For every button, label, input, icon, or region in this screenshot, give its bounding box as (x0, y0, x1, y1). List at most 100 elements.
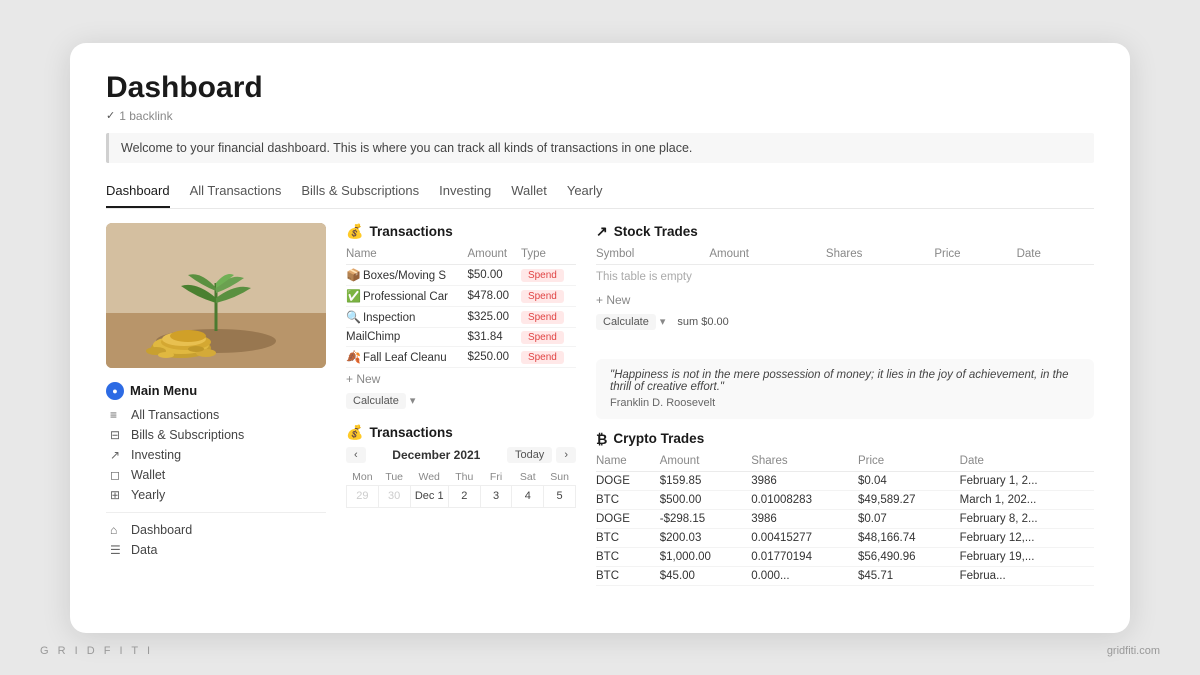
left-column: ● Main Menu ≡ All Transactions ⊟ Bills &… (106, 223, 326, 633)
main-card: Dashboard ✓ 1 backlink Welcome to your f… (70, 43, 1130, 633)
all-transactions-icon: ≡ (110, 408, 124, 422)
stock-icon: ↗ (596, 223, 608, 240)
cal-day[interactable]: 5 (544, 485, 576, 507)
crypto-name: BTC (596, 566, 660, 585)
calendar-section: 💰 Transactions ‹ December 2021 Today › (346, 424, 576, 633)
day-sat: Sat (512, 469, 544, 486)
sidebar-item-bills[interactable]: ⊟ Bills & Subscriptions (106, 426, 326, 444)
data-icon: ☰ (110, 543, 124, 557)
tx-type: Spend (521, 306, 576, 327)
sidebar-item-dashboard[interactable]: ⌂ Dashboard (106, 521, 326, 539)
crypto-date: February 19,... (960, 547, 1094, 566)
tab-yearly[interactable]: Yearly (567, 177, 603, 208)
cal-day[interactable]: 29 (347, 485, 379, 507)
tx-type: Spend (521, 264, 576, 285)
col-amount: Amount (467, 246, 521, 265)
sidebar-item-investing[interactable]: ↗ Investing (106, 446, 326, 464)
crypto-col-amount: Amount (660, 453, 751, 472)
crypto-trades-section: ₿ Crypto Trades Name Amount Shares Price… (596, 431, 1094, 633)
transactions-icon: 💰 (346, 223, 363, 240)
sidebar-item-wallet[interactable]: ◻ Wallet (106, 466, 326, 484)
crypto-col-name: Name (596, 453, 660, 472)
sidebar-item-yearly[interactable]: ⊞ Yearly (106, 486, 326, 504)
tx-amount: $478.00 (467, 285, 521, 306)
investing-label: Investing (131, 448, 181, 462)
transactions-title: 💰 Transactions (346, 223, 576, 240)
transactions-table: Name Amount Type 📦Boxes/Moving S $50.00 … (346, 246, 576, 368)
tab-wallet[interactable]: Wallet (511, 177, 547, 208)
backlink[interactable]: ✓ 1 backlink (106, 109, 1094, 123)
main-menu-label: ● Main Menu (106, 382, 326, 400)
calendar-next[interactable]: › (556, 447, 576, 463)
add-new-tx[interactable]: + New (346, 368, 576, 390)
sidebar-item-all-transactions[interactable]: ≡ All Transactions (106, 406, 326, 424)
crypto-shares: 0.00415277 (751, 528, 858, 547)
tx-name: ✅Professional Car (346, 285, 467, 306)
tx-amount: $31.84 (467, 327, 521, 346)
all-transactions-label: All Transactions (131, 408, 219, 422)
crypto-name: BTC (596, 490, 660, 509)
watermark-left: G R I D F I T I (40, 645, 153, 657)
stock-sum: sum $0.00 (677, 316, 728, 328)
cal-day[interactable]: 4 (512, 485, 544, 507)
transactions-calendar-title: 💰 Transactions (346, 424, 576, 441)
stock-calculate-btn[interactable]: Calculate (596, 314, 656, 330)
table-row: 🔍Inspection $325.00 Spend (346, 306, 576, 327)
stock-col-price: Price (934, 246, 1016, 265)
transactions-section: 💰 Transactions Name Amount Type (346, 223, 576, 412)
crypto-shares: 0.01770194 (751, 547, 858, 566)
stock-col-date: Date (1017, 246, 1094, 265)
dashboard-label: Dashboard (131, 523, 192, 537)
bills-icon: ⊟ (110, 428, 124, 442)
stock-trades-label: Stock Trades (614, 224, 698, 239)
crypto-row: BTC $200.03 0.00415277 $48,166.74 Februa… (596, 528, 1094, 547)
main-menu-dot: ● (106, 382, 124, 400)
quote-text: "Happiness is not in the mere possession… (610, 369, 1069, 393)
yearly-label: Yearly (131, 488, 165, 502)
tx-icon: 🔍 (346, 310, 361, 324)
investing-icon: ↗ (110, 448, 124, 462)
crypto-name: BTC (596, 547, 660, 566)
calculate-btn[interactable]: Calculate (346, 393, 406, 409)
table-row: 📦Boxes/Moving S $50.00 Spend (346, 264, 576, 285)
crypto-name: BTC (596, 528, 660, 547)
stock-calculate-chevron: ▾ (660, 315, 666, 328)
crypto-date: February 8, 2... (960, 509, 1094, 528)
crypto-row: BTC $45.00 0.000... $45.71 Februa... (596, 566, 1094, 585)
today-button[interactable]: Today (507, 447, 552, 463)
cal-day[interactable]: Dec 1 (410, 485, 448, 507)
crypto-price: $0.07 (858, 509, 960, 528)
stock-table: Symbol Amount Shares Price Date (596, 246, 1094, 265)
tx-amount: $325.00 (467, 306, 521, 327)
tx-type: Spend (521, 346, 576, 367)
crypto-table: Name Amount Shares Price Date DOGE $159.… (596, 453, 1094, 586)
tab-bills-subscriptions[interactable]: Bills & Subscriptions (301, 177, 419, 208)
tx-name: 🍂Fall Leaf Cleanu (346, 346, 467, 367)
stock-empty-message: This table is empty (596, 265, 1094, 289)
calendar-header: ‹ December 2021 Today › (346, 447, 576, 463)
col-type: Type (521, 246, 576, 265)
tab-investing[interactable]: Investing (439, 177, 491, 208)
tx-icon: 🍂 (346, 350, 361, 364)
cal-day[interactable]: 3 (480, 485, 512, 507)
tab-all-transactions[interactable]: All Transactions (190, 177, 282, 208)
crypto-price: $56,490.96 (858, 547, 960, 566)
add-new-stock[interactable]: + New (596, 289, 1094, 311)
sidebar-item-data[interactable]: ☰ Data (106, 541, 326, 559)
right-column: ↗ Stock Trades Symbol Amount Shares Pric… (596, 223, 1094, 633)
crypto-date: Februa... (960, 566, 1094, 585)
tx-amount: $250.00 (467, 346, 521, 367)
wallet-icon: ◻ (110, 468, 124, 482)
cal-day[interactable]: 2 (448, 485, 480, 507)
cal-day[interactable]: 30 (378, 485, 410, 507)
nav-tabs: Dashboard All Transactions Bills & Subsc… (106, 177, 1094, 209)
day-sun: Sun (544, 469, 576, 486)
transactions-label: Transactions (369, 224, 452, 239)
hero-image (106, 223, 326, 368)
crypto-col-date: Date (960, 453, 1094, 472)
tab-dashboard[interactable]: Dashboard (106, 177, 170, 208)
calendar-prev[interactable]: ‹ (346, 447, 366, 463)
crypto-amount: $1,000.00 (660, 547, 751, 566)
calendar-tx-icon: 💰 (346, 424, 363, 441)
crypto-name: DOGE (596, 509, 660, 528)
